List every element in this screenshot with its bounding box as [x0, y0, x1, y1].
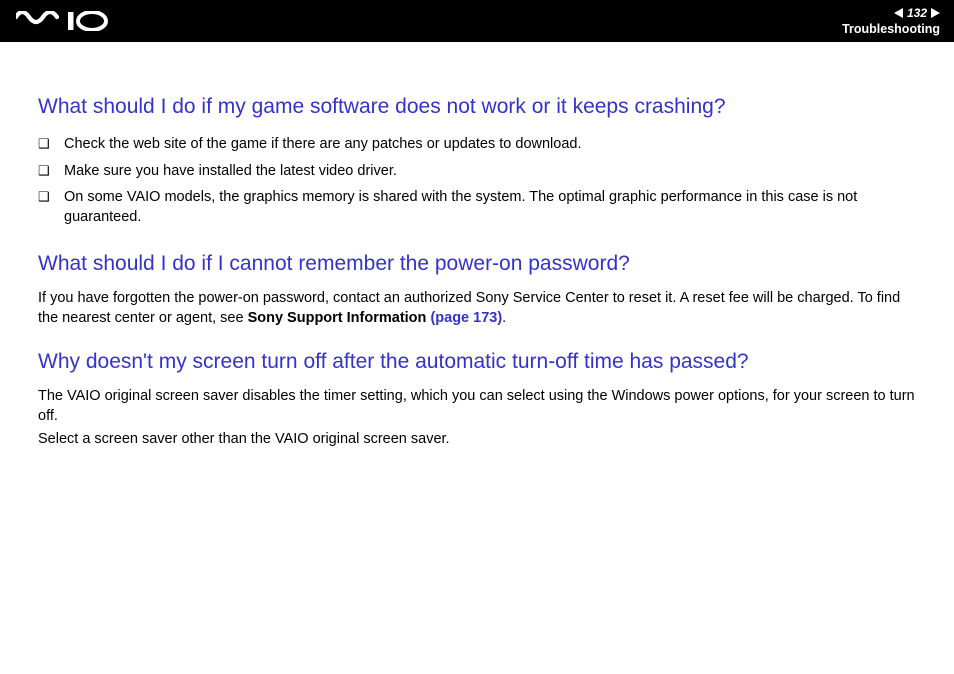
page-navigation: 132	[894, 6, 940, 20]
bullet-text: Check the web site of the game if there …	[64, 134, 916, 154]
page-content: What should I do if my game software doe…	[0, 42, 954, 449]
list-item: ❑ Make sure you have installed the lates…	[38, 158, 916, 184]
page-number: 132	[907, 6, 927, 20]
heading-screen-turnoff: Why doesn't my screen turn off after the…	[38, 347, 916, 376]
heading-game-software: What should I do if my game software doe…	[38, 92, 916, 121]
vaio-logo-svg	[16, 11, 114, 31]
bullet-list: ❑ Check the web site of the game if ther…	[38, 131, 916, 230]
bullet-icon: ❑	[38, 161, 64, 180]
para-text: .	[502, 310, 506, 326]
paragraph: The VAIO original screen saver disables …	[38, 386, 916, 427]
header-right: 132 Troubleshooting	[842, 6, 940, 36]
bullet-text: Make sure you have installed the latest …	[64, 161, 916, 181]
page-link[interactable]: (page 173)	[430, 310, 502, 326]
bullet-text: On some VAIO models, the graphics memory…	[64, 187, 916, 228]
section-label: Troubleshooting	[842, 22, 940, 36]
prev-page-arrow-icon[interactable]	[894, 8, 903, 18]
link-bold-text: Sony Support Information	[248, 310, 431, 326]
list-item: ❑ On some VAIO models, the graphics memo…	[38, 184, 916, 231]
bullet-icon: ❑	[38, 187, 64, 206]
paragraph: Select a screen saver other than the VAI…	[38, 429, 916, 449]
header-bar: 132 Troubleshooting	[0, 0, 954, 42]
heading-power-on-password: What should I do if I cannot remember th…	[38, 249, 916, 278]
paragraph: If you have forgotten the power-on passw…	[38, 288, 916, 329]
list-item: ❑ Check the web site of the game if ther…	[38, 131, 916, 157]
next-page-arrow-icon[interactable]	[931, 8, 940, 18]
bullet-icon: ❑	[38, 134, 64, 153]
vaio-logo	[16, 0, 114, 42]
